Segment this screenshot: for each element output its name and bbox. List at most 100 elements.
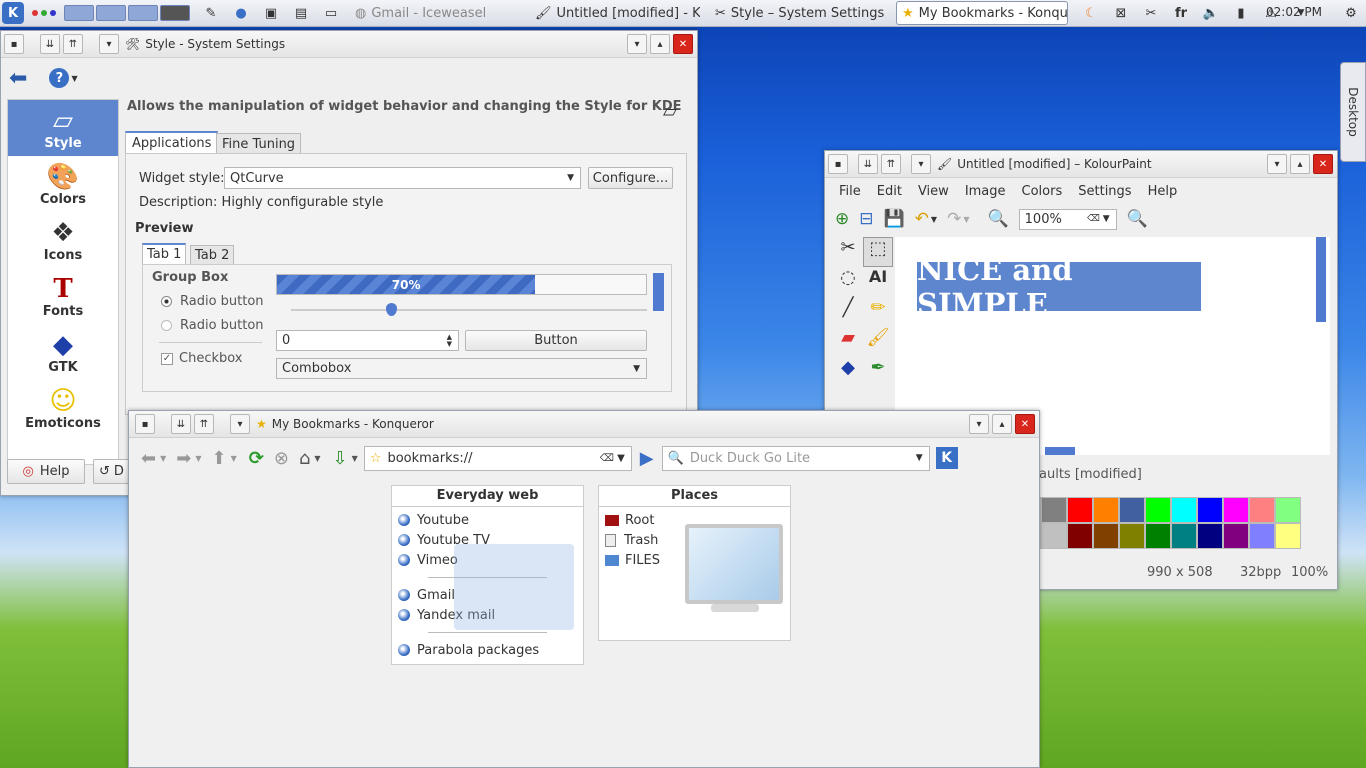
- undo-icon[interactable]: ↶: [915, 209, 929, 229]
- go-icon[interactable]: ▶: [640, 448, 654, 469]
- screenshot-icon[interactable]: ▣: [262, 4, 280, 22]
- virtual-desktop-pager[interactable]: [64, 5, 190, 21]
- palette-swatch[interactable]: [1041, 497, 1067, 523]
- activity-dots[interactable]: [32, 10, 56, 16]
- configure-button[interactable]: Configure...: [588, 167, 673, 189]
- palette-swatch[interactable]: [1041, 523, 1067, 549]
- canvas-hscrollbar[interactable]: [1045, 447, 1075, 455]
- sidebar-item-gtk[interactable]: ◆ GTK: [8, 324, 118, 380]
- task-konqueror[interactable]: ★ My Bookmarks - Konqu: [896, 1, 1068, 25]
- eraser-icon[interactable]: ▰: [833, 327, 863, 357]
- help-dropdown-icon[interactable]: ▼: [71, 74, 77, 83]
- home-dropdown-icon[interactable]: ▼: [314, 454, 320, 463]
- preview-combobox[interactable]: Combobox ▼: [276, 358, 647, 379]
- sidebar-item-fonts[interactable]: T Fonts: [8, 268, 118, 324]
- keep-below-button[interactable]: ⇊: [171, 414, 191, 434]
- palette-swatch[interactable]: [1249, 523, 1275, 549]
- window-menu-button[interactable]: ▪: [4, 34, 24, 54]
- palette-swatch[interactable]: [1275, 497, 1301, 523]
- palette-swatch[interactable]: [1197, 497, 1223, 523]
- rect-select-icon[interactable]: ⬚: [863, 237, 893, 267]
- palette-swatch[interactable]: [1145, 497, 1171, 523]
- k-menu-button[interactable]: K: [2, 2, 24, 24]
- forward-icon[interactable]: ➡: [176, 448, 191, 469]
- up-dropdown-icon[interactable]: ▼: [231, 454, 237, 463]
- tab-fine-tuning[interactable]: Fine Tuning: [216, 133, 302, 155]
- task-kolourpaint[interactable]: 🖌 Untitled [modified] - Ko: [530, 1, 700, 25]
- slider[interactable]: [291, 303, 647, 316]
- back-dropdown-icon[interactable]: ▼: [160, 454, 166, 463]
- panel-toolbox-icon[interactable]: ⚙: [1342, 4, 1360, 22]
- maximize-button[interactable]: ▴: [992, 414, 1012, 434]
- desktop-side-tab[interactable]: Desktop: [1340, 62, 1366, 162]
- palette-swatch[interactable]: [1197, 523, 1223, 549]
- open-file-icon[interactable]: ⊟: [859, 209, 873, 229]
- close-button[interactable]: ✕: [1015, 414, 1035, 434]
- brush-icon[interactable]: 🖌: [863, 327, 893, 357]
- palette-swatch[interactable]: [1145, 523, 1171, 549]
- menu-image[interactable]: Image: [965, 184, 1006, 199]
- pencil-icon[interactable]: ✏: [863, 297, 893, 327]
- blue-circle-icon[interactable]: ●: [232, 4, 250, 22]
- network-icon[interactable]: ⊠: [1112, 4, 1130, 22]
- bookmark-parabola-packages[interactable]: Parabola packages: [392, 640, 583, 660]
- radio-button-2[interactable]: Radio button: [161, 318, 264, 333]
- menu-view[interactable]: View: [918, 184, 949, 199]
- widget-style-combo[interactable]: QtCurve ▼: [224, 167, 581, 189]
- task-gmail[interactable]: ◍ Gmail - Iceweasel: [350, 1, 520, 25]
- canvas-vscrollbar[interactable]: [1316, 237, 1326, 322]
- sidebar-item-style[interactable]: ▱ Style: [8, 100, 118, 156]
- window-menu-button[interactable]: ▪: [135, 414, 155, 434]
- help-icon[interactable]: ?: [49, 68, 70, 88]
- zoom-out-icon[interactable]: 🔍: [987, 209, 1008, 229]
- window-options-button[interactable]: ▾: [911, 154, 931, 174]
- spin-box[interactable]: 0 ▲ ▼: [276, 330, 459, 351]
- help-button[interactable]: ◎ Help: [7, 459, 85, 484]
- search-bar[interactable]: 🔍 Duck Duck Go Lite ▼: [661, 445, 930, 471]
- defaults-button[interactable]: ↺ D: [93, 459, 133, 484]
- download-icon[interactable]: ⇩: [333, 448, 348, 469]
- palette-swatch[interactable]: [1067, 497, 1093, 523]
- palette-swatch[interactable]: [1119, 497, 1145, 523]
- keyboard-layout[interactable]: fr: [1172, 4, 1190, 22]
- address-bar[interactable]: ☆ bookmarks://⌫ ▼: [363, 445, 632, 471]
- task-system-settings[interactable]: ✂ Style – System Settings: [710, 1, 886, 25]
- moon-icon[interactable]: ☾: [1082, 4, 1100, 22]
- palette-swatch[interactable]: [1171, 497, 1197, 523]
- bookmark-youtube[interactable]: Youtube: [392, 510, 583, 530]
- keep-above-button[interactable]: ⇈: [881, 154, 901, 174]
- preview-tab-2[interactable]: Tab 2: [190, 245, 235, 265]
- clock[interactable]: 02:02 PM: [1266, 5, 1322, 19]
- window-menu-button[interactable]: ▪: [828, 154, 848, 174]
- sidebar-item-colors[interactable]: 🎨 Colors: [8, 156, 118, 212]
- palette-swatch[interactable]: [1249, 497, 1275, 523]
- minimize-button[interactable]: ▾: [969, 414, 989, 434]
- free-select-icon[interactable]: ✂: [833, 237, 863, 267]
- close-button[interactable]: ✕: [1313, 154, 1333, 174]
- window-options-button[interactable]: ▾: [230, 414, 250, 434]
- scissors-icon[interactable]: ✂: [1142, 4, 1160, 22]
- menu-help[interactable]: Help: [1148, 184, 1178, 199]
- zoom-in-icon[interactable]: 🔍: [1127, 209, 1148, 229]
- keep-below-button[interactable]: ⇊: [40, 34, 60, 54]
- radio-button-1[interactable]: Radio button: [161, 294, 264, 309]
- keep-above-button[interactable]: ⇈: [63, 34, 83, 54]
- sidebar-item-emoticons[interactable]: ☺ Emoticons: [8, 380, 118, 436]
- monitor-icon[interactable]: ▭: [322, 4, 340, 22]
- color-picker-icon[interactable]: ✒: [863, 357, 893, 387]
- up-icon[interactable]: ⬆: [212, 448, 227, 469]
- keep-below-button[interactable]: ⇊: [858, 154, 878, 174]
- palette-swatch[interactable]: [1223, 523, 1249, 549]
- download-dropdown-icon[interactable]: ▼: [352, 454, 358, 463]
- tab-applications[interactable]: Applications: [125, 131, 219, 154]
- preview-button[interactable]: Button: [465, 330, 647, 351]
- text-tool-icon[interactable]: AI: [863, 267, 893, 297]
- minimize-button[interactable]: ▾: [627, 34, 647, 54]
- keep-above-button[interactable]: ⇈: [194, 414, 214, 434]
- sidebar-item-icons[interactable]: ❖ Icons: [8, 212, 118, 268]
- window-options-button[interactable]: ▾: [99, 34, 119, 54]
- palette-swatch[interactable]: [1119, 523, 1145, 549]
- ellipse-select-icon[interactable]: ◌: [833, 267, 863, 297]
- line-tool-icon[interactable]: ╱: [833, 297, 863, 327]
- menu-file[interactable]: File: [839, 184, 861, 199]
